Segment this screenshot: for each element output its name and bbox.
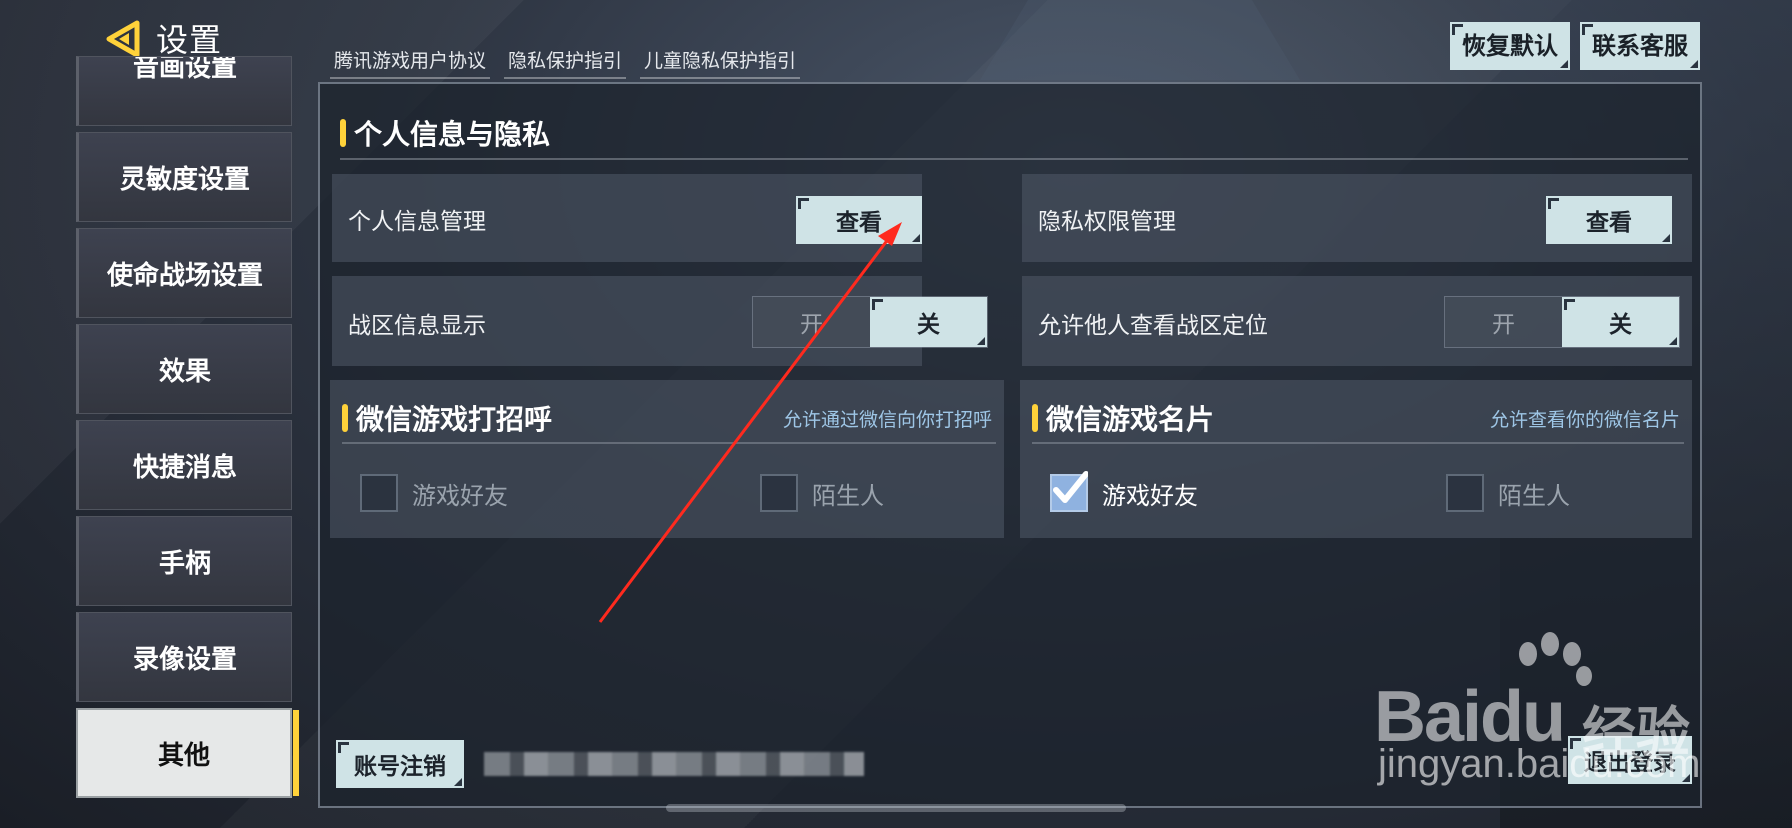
checkbox-icon — [1446, 474, 1484, 512]
wechat-greet-header: 微信游戏打招呼 允许通过微信向你打招呼 — [342, 394, 996, 444]
background-shape — [980, 0, 1300, 80]
sidebar-item-label: 灵敏度设置 — [119, 164, 250, 195]
cancel-account-button[interactable]: 账号注销 — [336, 740, 464, 788]
personal-info-card: 个人信息管理 查看 — [332, 174, 922, 262]
checkbox-label: 游戏好友 — [1102, 481, 1198, 510]
section-header: 个人信息与隐私 — [340, 108, 1688, 160]
checkbox-icon — [760, 474, 798, 512]
wechat-greet-hint: 允许通过微信向你打招呼 — [782, 408, 992, 431]
sidebar-item-label: 快捷消息 — [132, 452, 237, 483]
checkbox-checked-icon — [1050, 471, 1088, 512]
sidebar-item-label: 效果 — [158, 356, 211, 387]
home-indicator — [666, 804, 1126, 812]
wechat-card-card: 微信游戏名片 允许查看你的微信名片 游戏好友 陌生人 — [1020, 380, 1692, 538]
privacy-permission-label: 隐私权限管理 — [1038, 209, 1176, 235]
checkbox-label: 游戏好友 — [412, 481, 508, 510]
sidebar-item-label: 使命战场设置 — [106, 260, 263, 291]
zone-info-toggle: 开 关 — [752, 296, 988, 348]
wechat-card-hint: 允许查看你的微信名片 — [1489, 408, 1680, 431]
policy-links: 腾讯游戏用户协议 隐私保护指引 儿童隐私保护指引 — [330, 44, 801, 79]
zone-info-card: 战区信息显示 开 关 — [332, 276, 988, 366]
zone-info-label: 战区信息显示 — [348, 313, 486, 339]
personal-info-label: 个人信息管理 — [348, 209, 486, 235]
section-title: 个人信息与隐私 — [354, 118, 551, 151]
allow-view-zone-label: 允许他人查看战区定位 — [1038, 313, 1268, 339]
sidebar-item-controller[interactable]: 手柄 — [76, 516, 292, 606]
allow-view-zone-card: 允许他人查看战区定位 开 关 — [1022, 276, 1692, 366]
toggle-off-option[interactable]: 关 — [1562, 297, 1679, 347]
wechat-card-strangers-checkbox[interactable]: 陌生人 — [1446, 474, 1570, 512]
watermark-url: jingyan.baidu.com — [1378, 742, 1701, 786]
toggle-on-option[interactable]: 开 — [1445, 297, 1562, 347]
section-accent-bar — [342, 404, 348, 432]
personal-info-view-button[interactable]: 查看 — [796, 196, 922, 244]
child-privacy-guide-link[interactable]: 儿童隐私保护指引 — [640, 44, 801, 79]
privacy-permission-card: 隐私权限管理 查看 — [1022, 174, 1692, 262]
section-accent-bar — [340, 119, 346, 147]
privacy-permission-view-button[interactable]: 查看 — [1546, 196, 1672, 244]
checkbox-icon — [360, 474, 398, 512]
sidebar-item-label: 录像设置 — [132, 644, 237, 675]
masked-account-info — [484, 752, 864, 776]
contact-support-button[interactable]: 联系客服 — [1580, 22, 1700, 70]
allow-view-zone-toggle: 开 关 — [1444, 296, 1680, 348]
sidebar-item-battlefield[interactable]: 使命战场设置 — [76, 228, 292, 318]
top-actions: 恢复默认 联系客服 — [1450, 22, 1700, 70]
wechat-card-title: 微信游戏名片 — [1046, 403, 1215, 436]
wechat-card-friends-checkbox[interactable]: 游戏好友 — [1050, 471, 1198, 512]
wechat-greet-title: 微信游戏打招呼 — [356, 403, 553, 436]
active-indicator — [293, 710, 299, 796]
section-accent-bar — [1032, 404, 1038, 432]
sidebar-item-label: 手柄 — [158, 548, 211, 579]
sidebar-item-recording[interactable]: 录像设置 — [76, 612, 292, 702]
wechat-greet-friends-checkbox[interactable]: 游戏好友 — [360, 474, 508, 512]
baidu-watermark: Baidu 经验 jingyan.baidu.com — [1372, 632, 1712, 796]
sidebar-item-other[interactable]: 其他 — [76, 708, 299, 798]
sidebar-item-label: 其他 — [157, 740, 210, 771]
checkbox-label: 陌生人 — [1498, 481, 1570, 510]
wechat-greet-strangers-checkbox[interactable]: 陌生人 — [760, 474, 884, 512]
restore-default-button[interactable]: 恢复默认 — [1450, 22, 1570, 70]
checkmark-icon — [1053, 471, 1088, 503]
user-agreement-link[interactable]: 腾讯游戏用户协议 — [330, 44, 491, 79]
toggle-on-option[interactable]: 开 — [753, 297, 870, 347]
sidebar-item-quick-messages[interactable]: 快捷消息 — [76, 420, 292, 510]
sidebar-item-effects[interactable]: 效果 — [76, 324, 292, 414]
sidebar-item-audio-video[interactable]: 音画设置 — [76, 56, 292, 126]
toggle-off-option[interactable]: 关 — [870, 297, 987, 347]
sidebar-item-sensitivity[interactable]: 灵敏度设置 — [76, 132, 292, 222]
wechat-card-header: 微信游戏名片 允许查看你的微信名片 — [1032, 394, 1684, 444]
privacy-guide-link[interactable]: 隐私保护指引 — [504, 44, 627, 79]
wechat-greet-card: 微信游戏打招呼 允许通过微信向你打招呼 游戏好友 陌生人 — [330, 380, 1004, 538]
checkbox-label: 陌生人 — [812, 481, 884, 510]
sidebar-item-label: 音画设置 — [132, 56, 237, 83]
